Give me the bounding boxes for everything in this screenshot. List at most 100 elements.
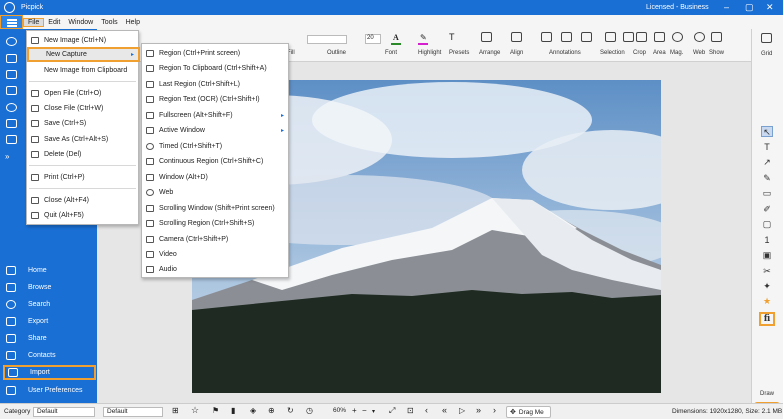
category-select[interactable]: Default <box>33 407 95 417</box>
list-icon[interactable] <box>6 86 17 95</box>
capture-item-audio[interactable]: Audio <box>142 262 288 277</box>
menu-window[interactable]: Window <box>64 19 97 26</box>
font-size-select[interactable]: 20 <box>365 34 381 44</box>
menu-item-open-file[interactable]: Open File (Ctrl+O) <box>27 86 138 101</box>
rotate-icon[interactable]: ↻ <box>287 406 294 415</box>
step-number-tool[interactable]: 1 <box>761 235 773 246</box>
pointer-tool[interactable]: ↖ <box>761 126 773 137</box>
text-tool[interactable]: T <box>761 142 773 153</box>
star-outline-icon[interactable]: ☆ <box>191 405 199 416</box>
area-button[interactable] <box>654 32 665 45</box>
first-icon[interactable]: « <box>442 405 447 415</box>
menu-item-new-capture[interactable]: New Capture ▸ <box>27 47 140 62</box>
nav-item-browse[interactable]: Browse <box>3 280 96 295</box>
annotation-tool-3[interactable] <box>581 32 592 45</box>
filter-icon[interactable]: ⊞ <box>172 406 179 415</box>
outline-width-select[interactable] <box>307 35 347 44</box>
play-icon[interactable]: ▷ <box>459 406 465 415</box>
capture-item-region[interactable]: Region (Ctrl+Print screen) <box>142 46 288 61</box>
menu-item-close-file[interactable]: Close File (Ctrl+W) <box>27 101 138 116</box>
capture-item-continuous-region[interactable]: Continuous Region (Ctrl+Shift+C) <box>142 154 288 169</box>
menu-item-print[interactable]: Print (Ctrl+P) <box>27 170 138 185</box>
arrange-button[interactable] <box>481 32 492 45</box>
link-icon[interactable]: ⊕ <box>268 406 275 415</box>
document-icon[interactable] <box>6 70 17 79</box>
fit-screen-icon[interactable]: ⤢ <box>389 406 395 416</box>
close-window-button[interactable]: ✕ <box>766 2 774 13</box>
rectangle-tool[interactable]: ▭ <box>761 188 773 199</box>
capture-item-scrolling-window[interactable]: Scrolling Window (Shift+Print screen) <box>142 201 288 216</box>
menu-item-new-from-clipboard[interactable]: New Image from Clipboard <box>27 63 138 78</box>
capture-item-last-region[interactable]: Last Region (Ctrl+Shift+L) <box>142 77 288 92</box>
minimize-button[interactable]: – <box>724 2 729 12</box>
menu-item-save-as[interactable]: Save As (Ctrl+Alt+S) <box>27 132 138 147</box>
capture-item-timed[interactable]: Timed (Ctrl+Shift+T) <box>142 139 288 154</box>
zoom-out-icon[interactable]: − <box>362 406 367 415</box>
capture-item-window[interactable]: Window (Alt+D) <box>142 170 288 185</box>
arrow-tool[interactable]: ↗ <box>761 157 773 168</box>
image-icon[interactable] <box>6 54 17 63</box>
menu-item-delete[interactable]: Delete (Del) <box>27 147 138 162</box>
magnifier-button[interactable] <box>672 32 683 45</box>
nav-item-import[interactable]: Import <box>3 365 96 380</box>
font-color-icon[interactable]: A <box>393 33 399 42</box>
capture-item-active-window[interactable]: Active Window ▸ <box>142 123 288 138</box>
fi-tool[interactable]: fi <box>759 312 775 326</box>
menu-help[interactable]: Help <box>122 19 144 26</box>
pencil-tool[interactable]: ✎ <box>761 173 773 184</box>
zoom-dropdown-icon[interactable]: ▾ <box>372 408 375 415</box>
show-button[interactable] <box>711 32 722 45</box>
bookmark-icon[interactable]: ▮ <box>231 406 235 415</box>
secondary-select[interactable]: Default <box>103 407 163 417</box>
menu-item-new-image[interactable]: New Image (Ctrl+N) <box>27 33 138 48</box>
menu-item-close[interactable]: Close (Alt+F4) <box>27 193 138 208</box>
nav-item-search[interactable]: Search <box>3 297 96 312</box>
capture-item-camera[interactable]: Camera (Ctrl+Shift+P) <box>142 232 288 247</box>
crop-button[interactable] <box>636 32 647 45</box>
hamburger-menu-icon[interactable] <box>0 15 23 29</box>
tag-icon[interactable]: ◈ <box>250 406 256 415</box>
menu-item-quit[interactable]: Quit (Alt+F5) <box>27 208 138 223</box>
nav-item-export[interactable]: Export <box>3 314 96 329</box>
history-icon[interactable]: ◷ <box>306 406 313 415</box>
capture-item-region-text[interactable]: Region Text (OCR) (Ctrl+Shift+I) <box>142 92 288 107</box>
marker-tool[interactable]: ✐ <box>761 204 773 215</box>
annotation-tool-2[interactable] <box>561 32 572 45</box>
drag-me-button[interactable]: ✥ Drag Me <box>506 406 551 418</box>
history-icon[interactable] <box>6 103 17 112</box>
menu-tools[interactable]: Tools <box>97 19 121 26</box>
expand-chevron-icon[interactable]: » <box>5 152 9 161</box>
video-icon[interactable] <box>6 135 17 144</box>
web-button[interactable] <box>694 32 705 45</box>
grid-button[interactable] <box>761 33 772 46</box>
nav-item-contacts[interactable]: Contacts <box>3 348 96 363</box>
note-tool[interactable]: ▢ <box>761 219 773 230</box>
star-tool[interactable]: ★ <box>761 296 773 307</box>
capture-icon[interactable] <box>6 37 17 46</box>
cut-tool[interactable]: ✂ <box>761 266 773 277</box>
capture-item-web[interactable]: Web <box>142 185 288 200</box>
capture-item-video[interactable]: Video <box>142 247 288 262</box>
highlighter-icon[interactable]: ✎ <box>420 33 427 42</box>
stamp-tool[interactable]: ▣ <box>761 250 773 261</box>
folder-icon[interactable] <box>6 119 17 128</box>
nav-item-share[interactable]: Share <box>3 331 96 346</box>
capture-item-fullscreen[interactable]: Fullscreen (Alt+Shift+F) ▸ <box>142 108 288 123</box>
selection-tool-2[interactable] <box>623 32 634 45</box>
last-icon[interactable]: » <box>476 405 481 415</box>
next-icon[interactable]: › <box>493 405 496 415</box>
maximize-button[interactable]: ▢ <box>745 2 754 13</box>
capture-item-region-clipboard[interactable]: Region To Clipboard (Ctrl+Shift+A) <box>142 61 288 76</box>
capture-item-scrolling-region[interactable]: Scrolling Region (Ctrl+Shift+S) <box>142 216 288 231</box>
magic-tool[interactable]: ✦ <box>761 281 773 292</box>
align-button[interactable] <box>511 32 522 45</box>
selection-tool-1[interactable] <box>605 32 616 45</box>
flag-icon[interactable]: ⚑ <box>212 406 219 415</box>
actual-size-icon[interactable]: ⊡ <box>407 406 414 415</box>
zoom-in-icon[interactable]: + <box>352 406 357 415</box>
annotation-tool-1[interactable] <box>541 32 552 45</box>
menu-edit[interactable]: Edit <box>44 19 64 26</box>
menu-file[interactable]: File <box>23 17 45 27</box>
nav-item-home[interactable]: Home <box>3 263 96 278</box>
text-presets-icon[interactable]: T <box>449 32 455 42</box>
